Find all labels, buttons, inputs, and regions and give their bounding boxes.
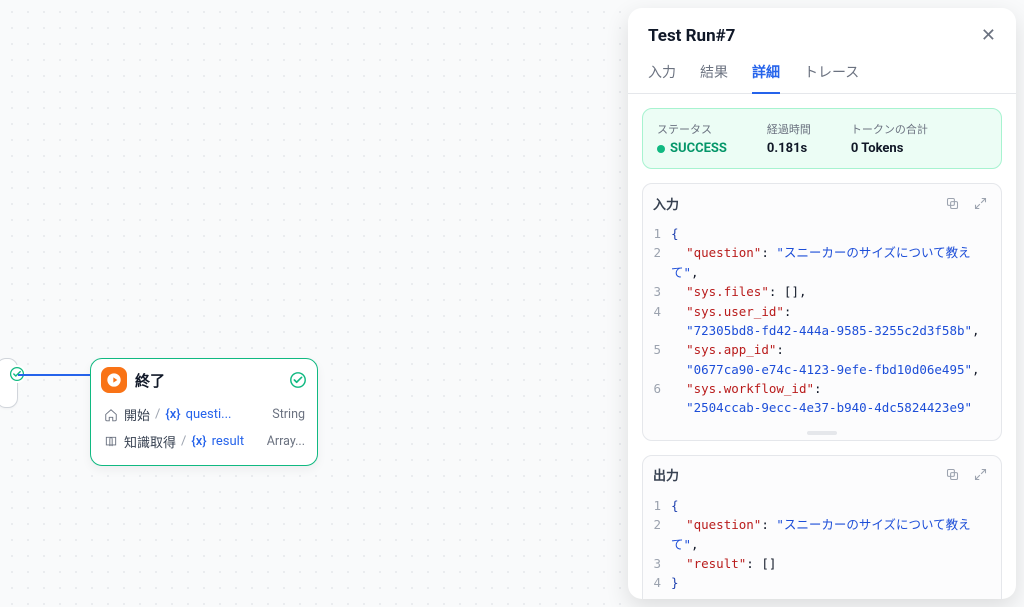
output-block-title: 出力 (653, 465, 935, 484)
end-node-output-row[interactable]: 開始 / {x} questi... String (101, 401, 307, 428)
slash-separator: / (155, 407, 160, 422)
copy-icon[interactable] (941, 192, 963, 214)
previous-node-stub[interactable] (0, 358, 18, 408)
variable-name: result (212, 434, 244, 449)
elapsed-value: 0.181s (767, 141, 811, 156)
copy-icon[interactable] (941, 464, 963, 486)
end-node[interactable]: 終了 開始 / {x} questi... String 知識取得 / {x} … (90, 358, 318, 466)
check-icon (289, 371, 307, 389)
panel-tabs: 入力 結果 詳細 トレース (628, 46, 1016, 94)
elapsed-label: 経過時間 (767, 121, 811, 137)
input-block-title: 入力 (653, 194, 935, 213)
status-card: ステータス SUCCESS 経過時間 0.181s トークンの合計 0 Toke… (642, 108, 1002, 169)
close-icon[interactable]: ✕ (981, 27, 996, 45)
detail-panel: Test Run#7 ✕ 入力 結果 詳細 トレース ステータス SUCCESS… (628, 8, 1016, 599)
variable-badge: {x} (191, 434, 206, 449)
variable-type: Array... (267, 434, 305, 449)
expand-icon[interactable] (969, 192, 991, 214)
tab-input[interactable]: 入力 (648, 62, 676, 94)
status-dot-icon (657, 145, 665, 153)
output-json-body[interactable]: 1{2 "question": "スニーカーのサイズについて教えて",3 "re… (643, 494, 1001, 599)
home-icon (103, 407, 119, 423)
variable-name: questi... (186, 407, 232, 422)
book-icon (103, 434, 119, 450)
end-node-title: 終了 (135, 370, 281, 391)
drag-handle[interactable] (643, 426, 1001, 440)
workflow-canvas[interactable]: 終了 開始 / {x} questi... String 知識取得 / {x} … (0, 0, 624, 607)
status-label: ステータス (657, 121, 727, 137)
source-label: 知識取得 (124, 432, 176, 451)
source-label: 開始 (124, 405, 150, 424)
variable-type: String (272, 407, 305, 422)
expand-icon[interactable] (969, 464, 991, 486)
tokens-value: 0 Tokens (851, 141, 928, 156)
slash-separator: / (181, 434, 186, 449)
end-node-output-row[interactable]: 知識取得 / {x} result Array... (101, 428, 307, 455)
tokens-label: トークンの合計 (851, 121, 928, 137)
tab-result[interactable]: 結果 (700, 62, 728, 94)
panel-title: Test Run#7 (648, 26, 981, 46)
variable-badge: {x} (165, 407, 180, 422)
tab-trace[interactable]: トレース (804, 62, 859, 94)
tab-detail[interactable]: 詳細 (752, 62, 780, 94)
output-code-block: 出力 1{2 "question": "スニーカーのサイズについて教えて",3 … (642, 455, 1002, 599)
input-json-body[interactable]: 1{2 "question": "スニーカーのサイズについて教えて",3 "sy… (643, 222, 1001, 426)
node-connector (18, 374, 90, 376)
end-node-icon (101, 367, 127, 393)
status-value: SUCCESS (670, 141, 727, 156)
input-code-block: 入力 1{2 "question": "スニーカーのサイズについて教えて",3 … (642, 183, 1002, 441)
